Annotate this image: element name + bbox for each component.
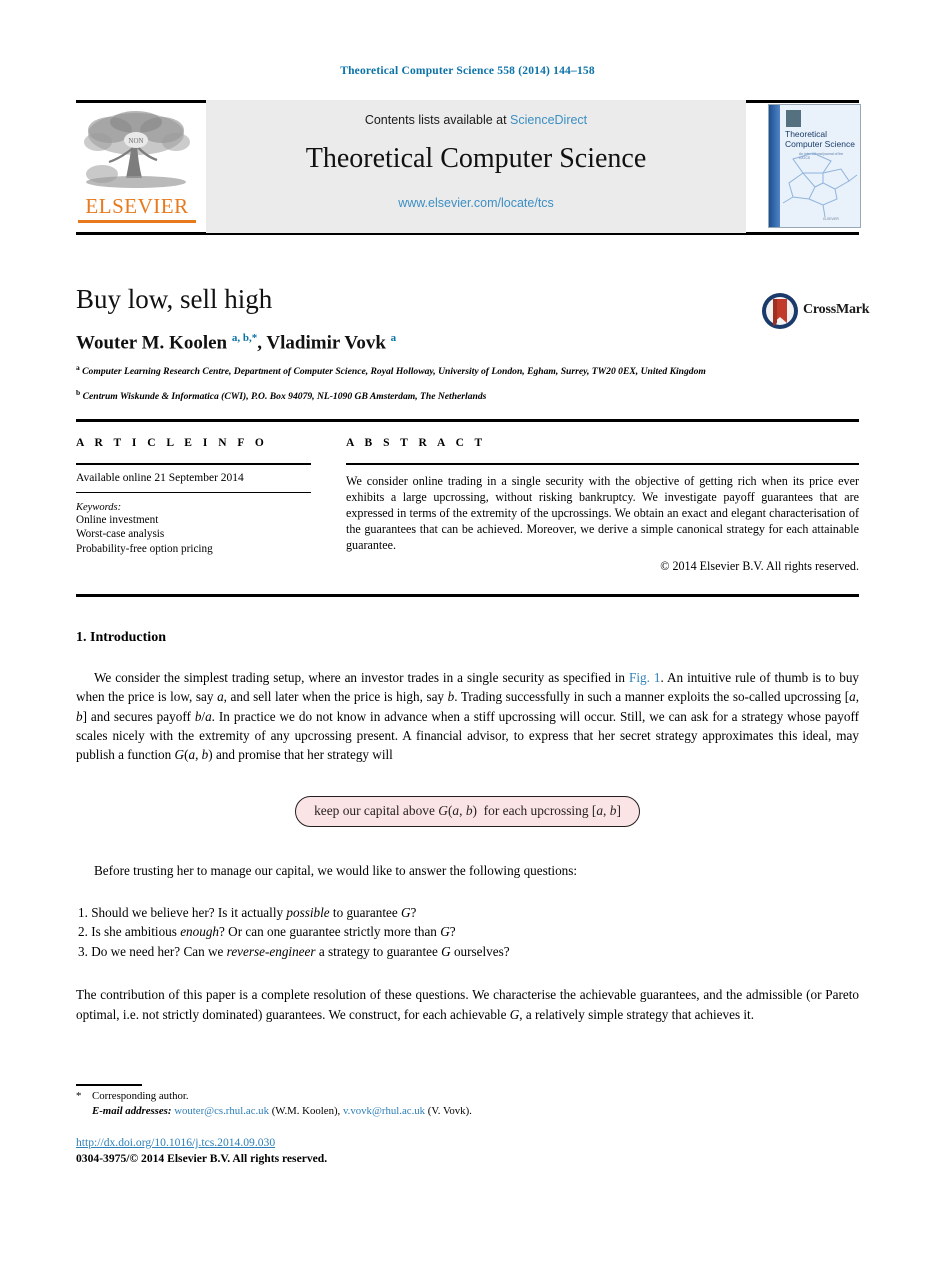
svg-text:NON: NON <box>128 137 143 145</box>
affiliation-b: b Centrum Wiskunde & Informatica (CWI), … <box>76 388 487 403</box>
keywords-label: Keywords: <box>76 501 122 513</box>
footnote-block: * Corresponding author. E-mail addresses:… <box>76 1089 676 1118</box>
abstract-heading: A B S T R A C T <box>346 437 487 449</box>
elsevier-underbar <box>78 220 196 223</box>
intro-paragraph-3: The contribution of this paper is a comp… <box>76 987 859 1022</box>
elsevier-wordmark: ELSEVIER <box>85 194 189 218</box>
list-item: 2. Is she ambitious enough? Or can one g… <box>78 924 456 940</box>
boxed-guarantee-statement: keep our capital above G(a, b) for each … <box>295 796 640 828</box>
email-link-koolen[interactable]: wouter@cs.rhul.ac.uk <box>174 1105 269 1117</box>
email-owner-koolen: (W.M. Koolen), <box>271 1104 341 1117</box>
contents-prefix: Contents lists available at <box>364 113 511 127</box>
corresponding-author-text: Corresponding author. <box>92 1090 189 1102</box>
intro-paragraph-1: We consider the simplest trading setup, … <box>76 670 860 763</box>
list-item: 1. Should we believe her? Is it actually… <box>78 904 417 920</box>
elsevier-tree-icon: NON <box>84 111 190 188</box>
crossmark-label: CrossMark <box>803 302 870 317</box>
affiliation-a: a Computer Learning Research Centre, Dep… <box>76 363 706 378</box>
asterisk-icon: * <box>76 1090 82 1102</box>
available-online: Available online 21 September 2014 <box>76 471 244 484</box>
keyword-item: Worst-case analysis <box>76 528 165 541</box>
cover-title-line1: Theoretical <box>785 129 828 139</box>
email-link-vovk[interactable]: v.vovk@rhul.ac.uk <box>343 1105 425 1117</box>
running-head: Theoretical Computer Science 558 (2014) … <box>340 65 595 77</box>
abstract-column: A B S T R A C T We consider online tradi… <box>346 437 859 574</box>
doi-link[interactable]: http://dx.doi.org/10.1016/j.tcs.2014.09.… <box>76 1136 275 1149</box>
article-info-column: A R T I C L E I N F O Available online 2… <box>76 437 311 556</box>
cover-publisher-badge <box>786 110 801 127</box>
journal-cover-thumbnail[interactable]: Theoretical Computer Science An internat… <box>768 104 861 228</box>
footnote-rule <box>76 1084 142 1086</box>
intro-paragraph-2: Before trusting her to manage our capita… <box>94 863 578 879</box>
boxed-statement-wrap: keep our capital above G(a, b) for each … <box>76 796 859 828</box>
article-info-heading: A R T I C L E I N F O <box>76 437 268 449</box>
journal-title: Theoretical Computer Science <box>305 143 647 174</box>
keywords-list: Online investment Worst-case analysis Pr… <box>76 513 311 557</box>
crossmark-icon <box>762 293 798 329</box>
page-title: Buy low, sell high <box>76 284 273 314</box>
crossmark-badge[interactable]: CrossMark <box>761 292 870 332</box>
affiliation-b-text: Centrum Wiskunde & Informatica (CWI), P.… <box>82 391 487 403</box>
info-top-rule <box>76 419 859 422</box>
body-content: 1. Introduction We consider the simplest… <box>76 630 859 1024</box>
list-item: 3. Do we need her? Can we reverse-engine… <box>78 943 510 959</box>
keyword-item: Online investment <box>76 513 159 526</box>
keyword-item: Probability-free option pricing <box>76 542 213 555</box>
journal-url[interactable]: www.elsevier.com/locate/tcs <box>206 196 746 210</box>
affiliation-a-text: Computer Learning Research Centre, Depar… <box>82 366 706 378</box>
info-bottom-rule <box>76 594 859 597</box>
email-line: E-mail addresses: wouter@cs.rhul.ac.uk (… <box>76 1104 676 1119</box>
sciencedirect-link[interactable]: ScienceDirect <box>510 113 587 127</box>
question-list: 1. Should we believe her? Is it actually… <box>76 903 859 962</box>
email-label: E-mail addresses: <box>92 1104 172 1117</box>
author-list: Wouter M. Koolen a, b,*, Vladimir Vovk a <box>76 332 397 354</box>
journal-masthead: NON ELSEVIER Contents lists available at… <box>76 100 861 235</box>
cover-graph-artwork <box>782 152 858 218</box>
abstract-text: We consider online trading in a single s… <box>346 473 859 553</box>
paper-page: Theoretical Computer Science 558 (2014) … <box>0 0 935 1266</box>
email-owner-vovk: (V. Vovk). <box>427 1104 472 1117</box>
section-heading-introduction: 1. Introduction <box>76 630 166 645</box>
issn-copyright-line: 0304-3975/© 2014 Elsevier B.V. All right… <box>76 1152 328 1165</box>
corresponding-author-line: * Corresponding author. <box>76 1089 676 1104</box>
abstract-copyright: © 2014 Elsevier B.V. All rights reserved… <box>660 558 859 573</box>
contents-available-line: Contents lists available at ScienceDirec… <box>206 113 746 127</box>
cover-footer: ELSEVIER <box>823 217 839 221</box>
journal-band: Contents lists available at ScienceDirec… <box>206 100 746 233</box>
elsevier-logo: NON ELSEVIER <box>76 108 198 228</box>
